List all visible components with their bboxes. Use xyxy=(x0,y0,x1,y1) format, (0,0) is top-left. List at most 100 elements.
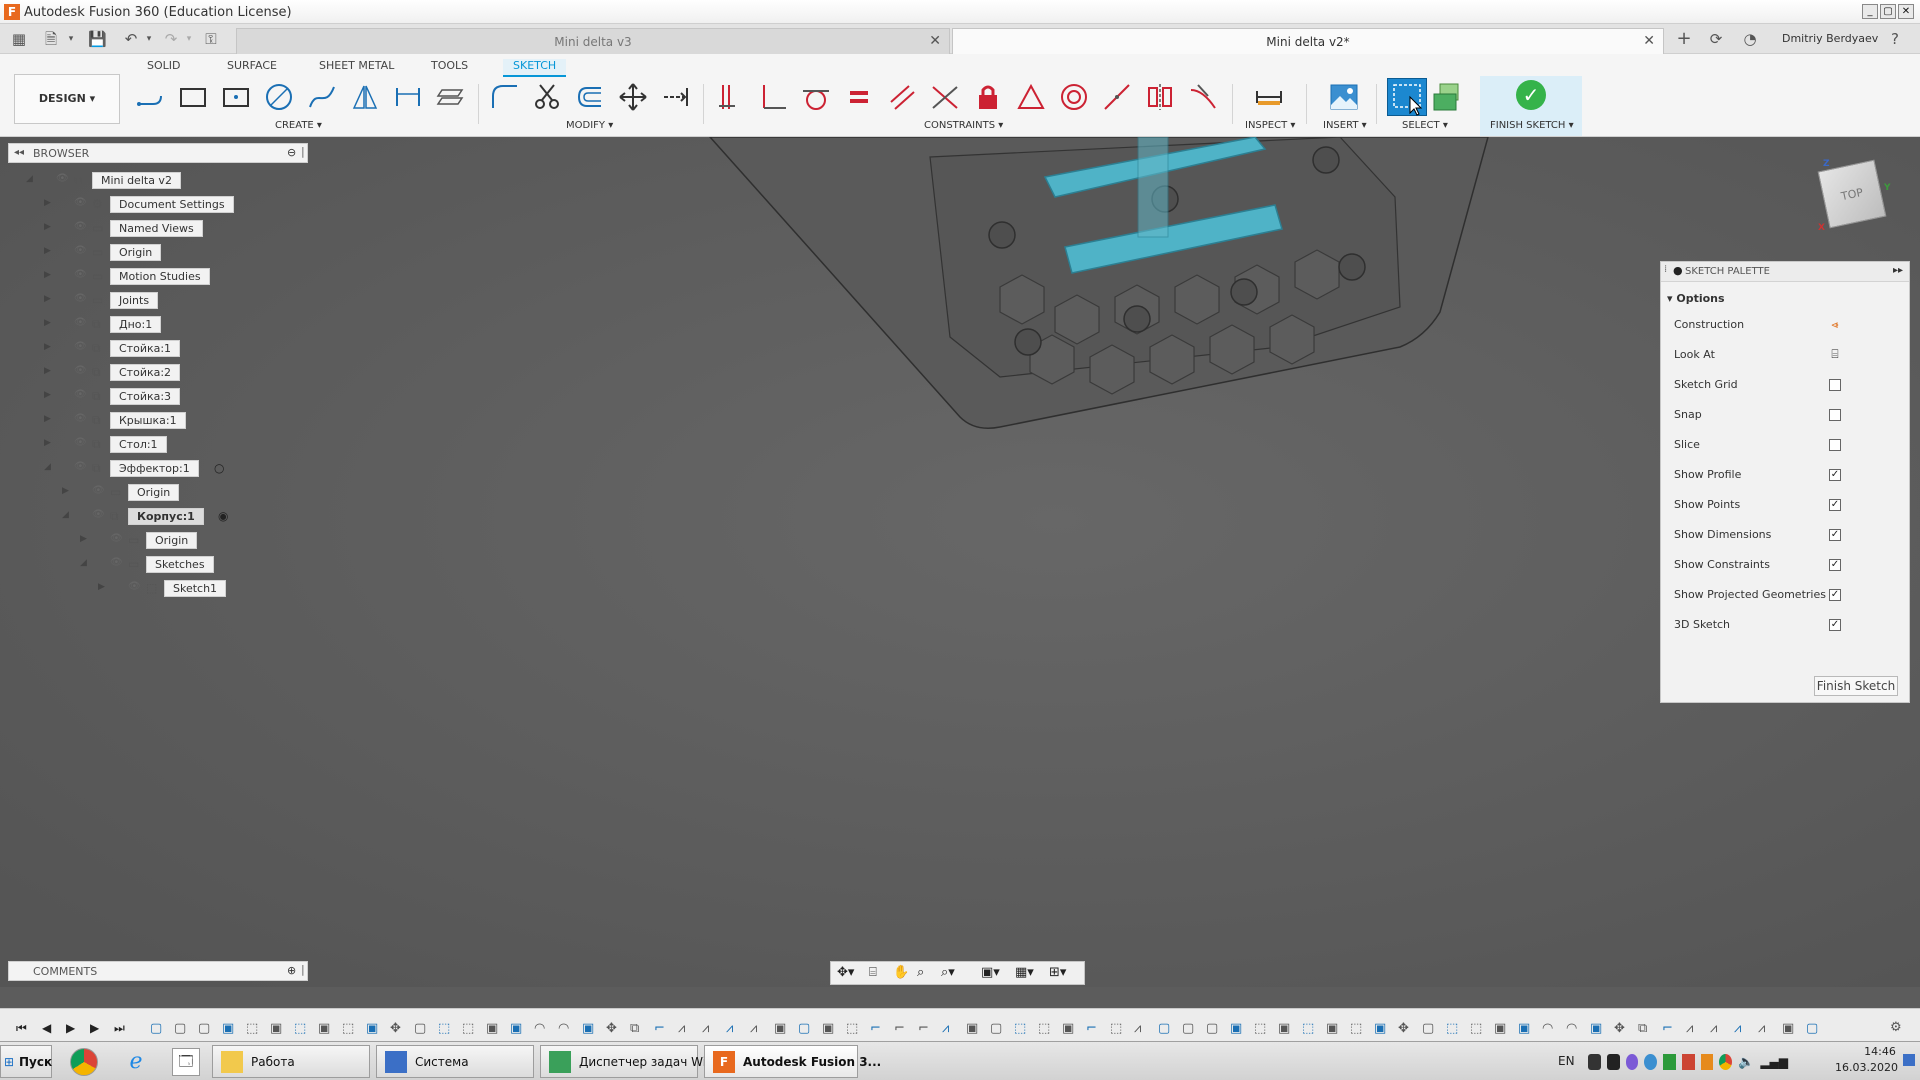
construction-icon[interactable]: ⩹ xyxy=(1829,318,1841,331)
visibility-eye-icon[interactable]: 👁 xyxy=(74,365,88,376)
timeline-feature-icon[interactable]: ⬚ xyxy=(1014,1021,1026,1036)
expand-caret-icon[interactable]: ▶ xyxy=(44,294,54,306)
tab-sketch[interactable]: SKETCH xyxy=(503,59,567,77)
browser-node-label[interactable]: Document Settings xyxy=(110,196,234,213)
timeline-feature-icon[interactable]: ▣ xyxy=(270,1021,282,1036)
expand-caret-icon[interactable]: ▶ xyxy=(44,198,54,210)
taskbar-item-task-manager[interactable]: Диспетчер задач Wi... xyxy=(540,1045,718,1078)
step-forward-icon[interactable]: ▶ xyxy=(90,1021,99,1035)
visibility-eye-icon[interactable]: 👁 xyxy=(74,461,88,472)
visibility-eye-icon[interactable]: 👁 xyxy=(74,437,88,448)
timeline-feature-icon[interactable]: ▣ xyxy=(1278,1021,1290,1036)
browser-node[interactable]: ▶ 👁 ⬚ Sketch1 xyxy=(8,578,308,598)
clock-time[interactable]: 14:46 xyxy=(1860,1045,1900,1058)
tangent-constraint-icon[interactable] xyxy=(799,80,833,114)
browser-node-label[interactable]: Origin xyxy=(110,244,162,261)
file-menu-icon[interactable]: 🗎 xyxy=(42,30,60,48)
browser-node[interactable]: ▶ 👁 ⧉ Дно:1 xyxy=(8,314,308,334)
insert-menu[interactable]: INSERT ▾ xyxy=(1323,120,1367,131)
trim-tool-icon[interactable] xyxy=(530,80,564,114)
tab-solid[interactable]: SOLID xyxy=(147,59,180,77)
browser-node-label[interactable]: Origin xyxy=(146,532,198,549)
option-checkbox[interactable] xyxy=(1829,379,1841,391)
timeline-feature-icon[interactable]: ⌐ xyxy=(654,1021,665,1036)
viewports-icon[interactable]: ⊞▾ xyxy=(1049,965,1066,980)
visibility-eye-icon[interactable]: 👁 xyxy=(74,269,88,280)
browser-node-label[interactable]: Корпус:1 xyxy=(128,508,204,525)
display-settings-icon[interactable]: ▣▾ xyxy=(981,965,1000,980)
select-menu[interactable]: SELECT ▾ xyxy=(1402,120,1448,131)
browser-node-label[interactable]: Стойка:3 xyxy=(110,388,181,405)
timeline-feature-icon[interactable]: ▣ xyxy=(966,1021,978,1036)
browser-node[interactable]: ◢ 👁 ⧉ Корпус:1 ◉ xyxy=(8,506,308,526)
go-to-end-icon[interactable]: ⏭ xyxy=(114,1021,125,1036)
browser-options-icon[interactable]: ⊖ xyxy=(287,146,296,159)
modify-menu[interactable]: MODIFY ▾ xyxy=(566,120,613,131)
zoom-icon[interactable]: ⌕ xyxy=(917,965,924,980)
undo-dropdown-icon[interactable]: ▾ xyxy=(140,30,158,48)
timeline-feature-icon[interactable]: ▢ xyxy=(150,1021,162,1036)
timeline-feature-icon[interactable]: ⌐ xyxy=(894,1021,905,1036)
timeline-feature-icon[interactable]: ⩘ xyxy=(750,1021,757,1036)
expand-caret-icon[interactable]: ▶ xyxy=(44,342,54,354)
timeline-feature-icon[interactable]: ▣ xyxy=(222,1021,234,1036)
timeline-feature-icon[interactable]: ▣ xyxy=(1230,1021,1242,1036)
browser-header[interactable]: ◂◂ BROWSER ⊖ | xyxy=(8,143,308,163)
user-name[interactable]: Dmitriy Berdyaev xyxy=(1782,32,1878,45)
browser-node-label[interactable]: Sketch1 xyxy=(164,580,227,597)
browser-node[interactable]: ▶ 👁 ⧉ Стол:1 xyxy=(8,434,308,454)
offset-tool-icon[interactable] xyxy=(573,80,607,114)
browser-node[interactable]: ▶ 👁 ⧉ Стойка:1 xyxy=(8,338,308,358)
visibility-eye-icon[interactable]: 👁 xyxy=(74,317,88,328)
measure-tool-icon[interactable] xyxy=(1252,80,1286,114)
timeline-feature-icon[interactable]: ▢ xyxy=(1158,1021,1170,1036)
timeline-feature-icon[interactable]: ✥ xyxy=(606,1021,617,1036)
timeline-feature-icon[interactable]: ⬚ xyxy=(846,1021,858,1036)
browser-node[interactable]: ▶ 👁 ⧉ Стойка:2 xyxy=(8,362,308,382)
start-button[interactable]: ⊞ Пуск xyxy=(0,1045,52,1078)
constraints-menu[interactable]: CONSTRAINTS ▾ xyxy=(924,120,1003,131)
taskbar-item-fusion[interactable]: F Autodesk Fusion 3... xyxy=(704,1045,881,1078)
collinear-constraint-icon[interactable] xyxy=(1100,80,1134,114)
expand-caret-icon[interactable]: ▶ xyxy=(44,246,54,258)
timeline-feature-icon[interactable]: ⩘ xyxy=(942,1021,949,1036)
tab-tools[interactable]: TOOLS xyxy=(431,59,468,77)
tray-chrome-icon[interactable] xyxy=(1719,1054,1733,1070)
timeline-feature-icon[interactable]: ▣ xyxy=(1518,1021,1530,1036)
finish-sketch-button[interactable]: Finish Sketch xyxy=(1814,676,1898,696)
timeline-feature-icon[interactable]: ▣ xyxy=(822,1021,834,1036)
go-to-start-icon[interactable]: ⏮ xyxy=(16,1021,27,1036)
concentric-constraint-icon[interactable] xyxy=(1057,80,1091,114)
browser-node[interactable]: ▶ 👁 ⧉ Стойка:3 xyxy=(8,386,308,406)
close-tab-icon[interactable]: ✕ xyxy=(1643,33,1655,49)
timeline-feature-icon[interactable]: ⩘ xyxy=(702,1021,709,1036)
timeline-feature-icon[interactable]: ⬚ xyxy=(1110,1021,1122,1036)
fillet-tool-icon[interactable] xyxy=(487,80,521,114)
timeline-feature-icon[interactable]: ⧉ xyxy=(630,1021,639,1036)
new-tab-icon[interactable]: + xyxy=(1675,30,1693,48)
zoom-window-icon[interactable]: ⌕▾ xyxy=(941,965,955,980)
tray-app-icon[interactable] xyxy=(1625,1054,1639,1070)
timeline-feature-icon[interactable]: ▣ xyxy=(318,1021,330,1036)
coincident-constraint-icon[interactable] xyxy=(713,80,747,114)
panel-resize-icon[interactable]: | xyxy=(301,145,305,158)
add-comment-icon[interactable]: ⊕ xyxy=(287,964,296,977)
explorer-shortcut-icon[interactable]: 🗔 xyxy=(172,1048,200,1076)
timeline-feature-icon[interactable]: ⬚ xyxy=(438,1021,450,1036)
timeline-feature-icon[interactable]: ▣ xyxy=(1374,1021,1386,1036)
parallel-constraint-icon[interactable] xyxy=(885,80,919,114)
visibility-eye-icon[interactable]: 👁 xyxy=(74,245,88,256)
timeline-feature-icon[interactable]: ⬚ xyxy=(246,1021,258,1036)
insert-image-icon[interactable] xyxy=(1327,80,1361,114)
chrome-icon[interactable] xyxy=(70,1048,98,1076)
timeline-feature-icon[interactable]: ◠ xyxy=(558,1021,569,1036)
timeline-feature-icon[interactable]: ⬚ xyxy=(1446,1021,1458,1036)
visibility-eye-icon[interactable]: 👁 xyxy=(128,581,142,592)
palette-pin-icon[interactable]: ● xyxy=(1673,264,1683,277)
expand-palette-icon[interactable]: ▸▸ xyxy=(1893,265,1903,276)
browser-node-label[interactable]: Motion Studies xyxy=(110,268,210,285)
visibility-eye-icon[interactable]: 👁 xyxy=(92,509,106,520)
circle-tool-icon[interactable] xyxy=(262,80,296,114)
browser-node-label[interactable]: Joints xyxy=(110,292,159,309)
visibility-eye-icon[interactable]: 👁 xyxy=(74,413,88,424)
